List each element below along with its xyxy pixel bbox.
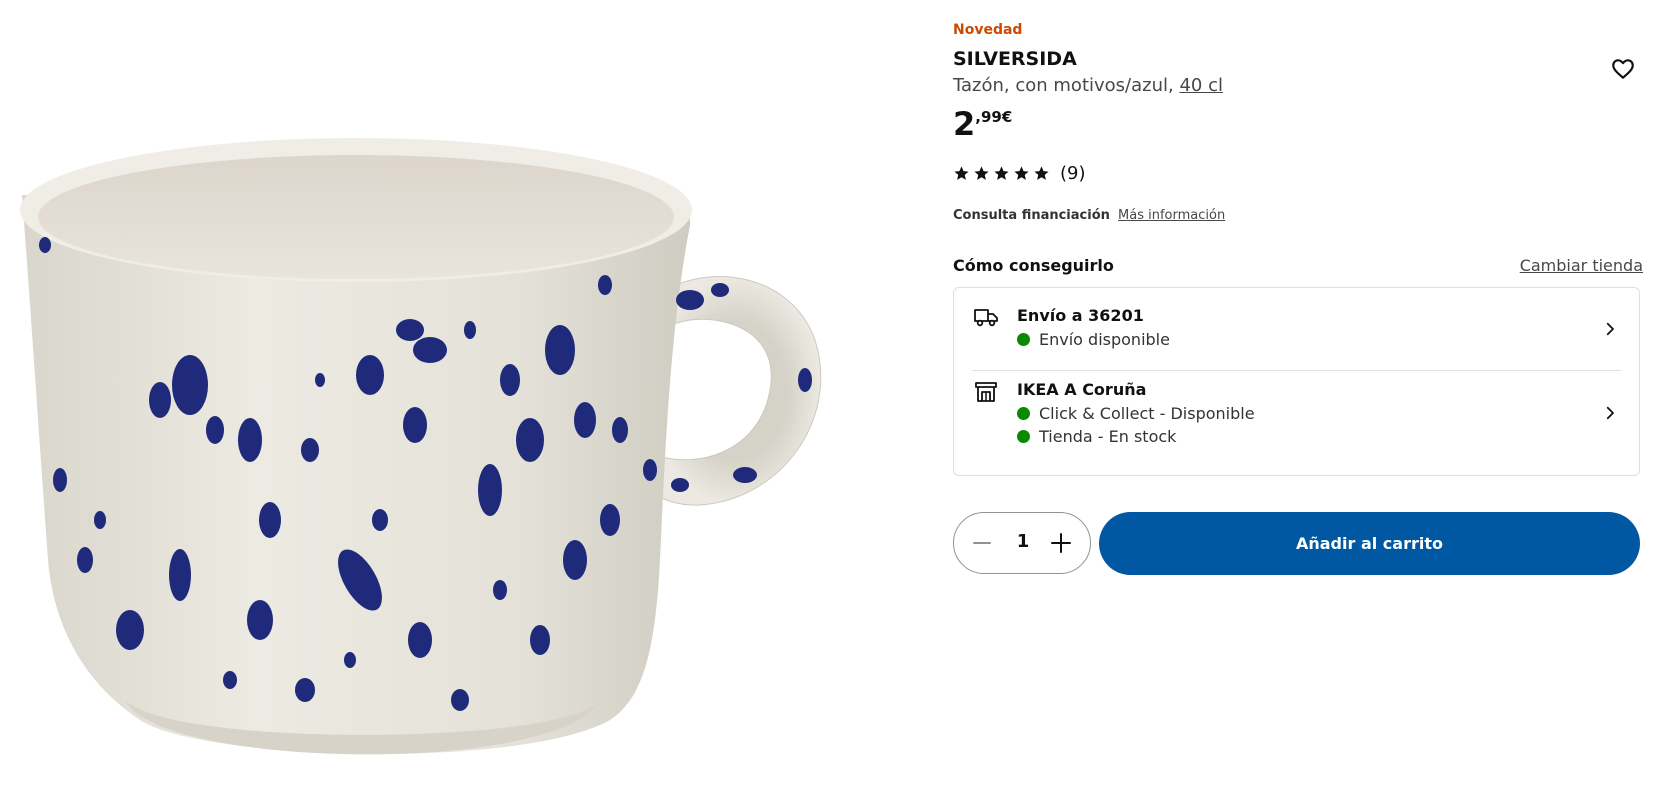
add-to-cart-button[interactable]: Añadir al carrito [1099, 512, 1640, 575]
plus-icon[interactable] [1050, 532, 1072, 554]
change-store-link[interactable]: Cambiar tienda [1520, 256, 1643, 275]
how-to-get-heading: Cómo conseguirlo [953, 256, 1114, 275]
star-icon [994, 166, 1009, 180]
status-dot [1017, 333, 1030, 346]
financing-label: Consulta financiación [953, 208, 1110, 223]
store-title: IKEA A Coruña [1017, 380, 1147, 399]
size-link[interactable]: 40 cl [1179, 75, 1223, 96]
delivery-status: Envío disponible [1017, 330, 1170, 349]
product-description: Tazón, con motivos/azul, 40 cl [953, 75, 1223, 96]
product-image[interactable] [0, 0, 900, 799]
star-icon [1034, 166, 1049, 180]
star-rating [953, 165, 1050, 182]
star-icon [974, 166, 989, 180]
availability-box: Envío a 36201 Envío disponible IKEA A Co… [953, 287, 1640, 476]
store-stock-text: Tienda - En stock [1039, 427, 1177, 446]
click-collect-text: Click & Collect - Disponible [1039, 404, 1255, 423]
financing: Consulta financiación Más información [953, 208, 1225, 223]
delivery-status-text: Envío disponible [1039, 330, 1170, 349]
star-icon [954, 166, 969, 180]
star-icon [1014, 166, 1029, 180]
heart-icon [1612, 59, 1634, 79]
description-text: Tazón, con motivos/azul, [953, 75, 1180, 96]
status-dot [1017, 407, 1030, 420]
truck-icon [974, 309, 998, 327]
store-row[interactable]: IKEA A Coruña Click & Collect - Disponib… [954, 371, 1639, 476]
price-decimal: ,99€ [975, 108, 1013, 126]
review-count: (9) [1060, 163, 1086, 184]
mug-image [20, 138, 822, 755]
rating[interactable]: (9) [953, 163, 1086, 184]
store-icon [975, 382, 997, 402]
delivery-title: Envío a 36201 [1017, 306, 1144, 325]
price-integer: 2 [953, 105, 976, 143]
quantity-stepper: 1 [953, 512, 1091, 574]
new-badge: Novedad [953, 22, 1023, 38]
favorite-button[interactable] [1610, 56, 1636, 82]
store-stock-status: Tienda - En stock [1017, 427, 1176, 446]
more-info-link[interactable]: Más información [1118, 208, 1225, 223]
status-dot [1017, 430, 1030, 443]
price: 2,99€ [953, 104, 1012, 144]
click-collect-status: Click & Collect - Disponible [1017, 404, 1255, 423]
product-name: SILVERSIDA [953, 48, 1077, 70]
delivery-row[interactable]: Envío a 36201 Envío disponible [954, 288, 1639, 370]
chevron-right-icon [1606, 322, 1614, 336]
chevron-right-icon [1606, 406, 1614, 420]
